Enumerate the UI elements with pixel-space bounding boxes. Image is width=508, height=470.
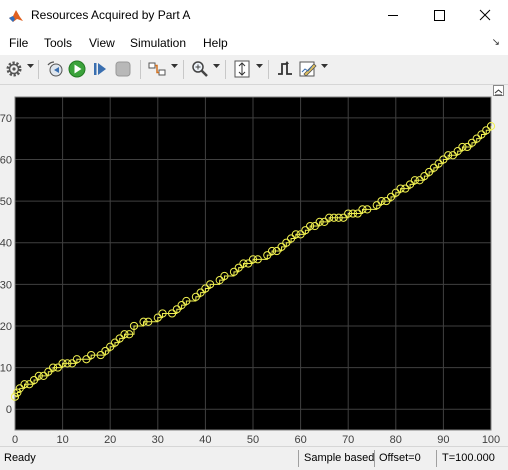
y-tick-label: 20 bbox=[0, 321, 12, 333]
step-forward-icon bbox=[94, 63, 106, 75]
minimize-icon bbox=[388, 15, 398, 16]
y-tick-label: 30 bbox=[0, 279, 12, 291]
matlab-logo-icon bbox=[9, 10, 23, 22]
highlight-dropdown-icon[interactable] bbox=[171, 63, 178, 69]
status-separator bbox=[436, 450, 437, 467]
step-forward-button[interactable] bbox=[90, 59, 110, 79]
x-tick-label: 100 bbox=[482, 434, 500, 445]
gear-icon bbox=[6, 61, 22, 77]
gear-button[interactable] bbox=[4, 59, 24, 79]
status-sample-mode: Sample based bbox=[304, 452, 375, 464]
maximize-button[interactable] bbox=[416, 0, 462, 31]
toolbar bbox=[0, 55, 508, 85]
maximize-icon bbox=[434, 10, 445, 21]
status-bar: Ready Sample based Offset=0 T=100.000 bbox=[0, 446, 508, 470]
autoscale-dropdown-icon[interactable] bbox=[256, 63, 263, 69]
menu-simulation[interactable]: Simulation bbox=[130, 36, 186, 50]
highlight-block-button[interactable] bbox=[147, 59, 167, 79]
x-tick-label: 50 bbox=[247, 434, 259, 445]
triggers-button[interactable] bbox=[275, 59, 295, 79]
close-button[interactable] bbox=[462, 0, 508, 31]
y-tick-label: 10 bbox=[0, 363, 12, 375]
window-title: Resources Acquired by Part A bbox=[31, 8, 191, 22]
scope-display: 0 10 20 30 40 50 60 70 80 90 100 0 10 20 30 40 50 60 70 bbox=[0, 85, 508, 445]
autoscale-icon bbox=[234, 60, 250, 78]
stop-icon bbox=[115, 61, 131, 77]
stop-button[interactable] bbox=[113, 59, 133, 79]
x-tick-label: 80 bbox=[390, 434, 402, 445]
run-button[interactable] bbox=[67, 59, 87, 79]
step-back-button[interactable] bbox=[45, 59, 65, 79]
x-tick-label: 90 bbox=[437, 434, 449, 445]
y-tick-label: 60 bbox=[0, 154, 12, 166]
highlight-block-icon bbox=[148, 62, 166, 76]
gear-dropdown-icon[interactable] bbox=[27, 63, 34, 69]
menu-help[interactable]: Help bbox=[203, 36, 228, 50]
minimize-button[interactable] bbox=[370, 0, 416, 31]
x-tick-label: 40 bbox=[199, 434, 211, 445]
zoom-icon bbox=[192, 61, 208, 77]
scope-chart[interactable]: 0 10 20 30 40 50 60 70 80 90 100 0 10 20 30 40 50 60 70 bbox=[0, 95, 508, 445]
toolbar-separator bbox=[268, 60, 269, 79]
status-offset: Offset=0 bbox=[379, 452, 421, 464]
run-icon bbox=[68, 60, 86, 78]
menu-file[interactable]: File bbox=[9, 36, 28, 50]
style-icon bbox=[299, 61, 317, 77]
y-tick-label: 0 bbox=[6, 404, 12, 416]
style-button[interactable] bbox=[298, 59, 318, 79]
menu-bar: File Tools View Simulation Help ↘ bbox=[0, 31, 508, 55]
menu-view[interactable]: View bbox=[89, 36, 115, 50]
toolbar-separator bbox=[38, 60, 39, 79]
menu-overflow-icon[interactable]: ↘ bbox=[492, 37, 500, 48]
status-time: T=100.000 bbox=[442, 452, 495, 464]
toolbar-separator bbox=[225, 60, 226, 79]
x-tick-label: 30 bbox=[152, 434, 164, 445]
autoscale-button[interactable] bbox=[232, 59, 252, 79]
toolbar-separator bbox=[183, 60, 184, 79]
y-tick-label: 40 bbox=[0, 238, 12, 250]
y-tick-label: 50 bbox=[0, 196, 12, 208]
step-back-icon bbox=[47, 61, 63, 77]
zoom-dropdown-icon[interactable] bbox=[213, 63, 220, 69]
close-icon bbox=[479, 9, 491, 21]
x-tick-label: 0 bbox=[12, 434, 18, 445]
x-tick-label: 70 bbox=[342, 434, 354, 445]
status-separator bbox=[374, 450, 375, 467]
x-tick-label: 20 bbox=[104, 434, 116, 445]
y-tick-label: 70 bbox=[0, 113, 12, 125]
zoom-button[interactable] bbox=[190, 59, 210, 79]
triggers-icon bbox=[278, 61, 292, 75]
x-tick-label: 10 bbox=[56, 434, 68, 445]
title-bar: Resources Acquired by Part A bbox=[0, 0, 508, 31]
status-separator bbox=[298, 450, 299, 467]
x-tick-label: 60 bbox=[294, 434, 306, 445]
style-dropdown-icon[interactable] bbox=[321, 63, 328, 69]
menu-tools[interactable]: Tools bbox=[44, 36, 72, 50]
toolbar-separator bbox=[140, 60, 141, 79]
status-ready: Ready bbox=[4, 452, 36, 464]
